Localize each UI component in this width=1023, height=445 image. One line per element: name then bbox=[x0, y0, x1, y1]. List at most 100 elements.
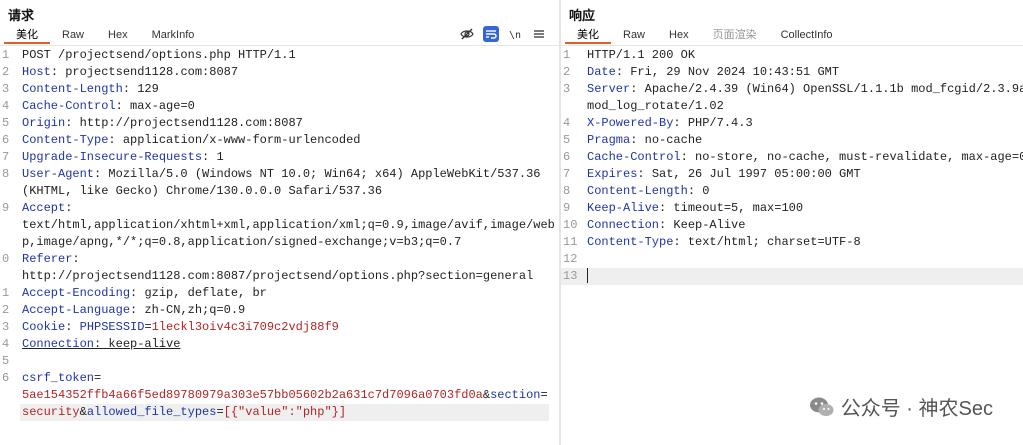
response-tab-raw[interactable]: Raw bbox=[611, 26, 657, 44]
request-line: (KHTML, like Gecko) Chrome/130.0.0.0 Saf… bbox=[0, 183, 559, 200]
request-line: 8 User-Agent: Mozilla/5.0 (Windows NT 10… bbox=[0, 166, 559, 183]
request-line: 4 Connection: keep-alive bbox=[0, 336, 559, 353]
line-number: 9 bbox=[2, 201, 10, 215]
request-header: Content-Length: 129 bbox=[22, 82, 159, 96]
request-line: 1 Accept-Encoding: gzip, deflate, br bbox=[0, 285, 559, 302]
request-tab-hex[interactable]: Hex bbox=[96, 26, 140, 44]
request-pane: 请求 美化 Raw Hex MarkInfo \n 1 POST /projec… bbox=[0, 0, 559, 445]
response-header: Cache-Control: no-store, no-cache, must-… bbox=[587, 150, 1023, 164]
line-number: 5 bbox=[2, 354, 10, 368]
line-number: 6 bbox=[563, 150, 571, 164]
line-number: 4 bbox=[2, 99, 10, 113]
response-line: 12 bbox=[561, 251, 1023, 268]
request-toolbar: \n bbox=[459, 26, 547, 42]
request-header: Accept: bbox=[22, 201, 73, 215]
line-number: 3 bbox=[2, 82, 10, 96]
request-tab-raw[interactable]: Raw bbox=[50, 26, 96, 44]
line-number: 8 bbox=[2, 167, 10, 181]
response-header: Keep-Alive: timeout=5, max=100 bbox=[587, 201, 804, 215]
line-number: 6 bbox=[2, 133, 10, 147]
request-tabs: 美化 Raw Hex MarkInfo bbox=[4, 26, 206, 44]
menu-icon[interactable] bbox=[531, 26, 547, 42]
response-line: 2 Date: Fri, 29 Nov 2024 10:43:51 GMT bbox=[561, 64, 1023, 81]
wechat-icon bbox=[809, 397, 834, 416]
line-number: 2 bbox=[2, 65, 10, 79]
request-line: 0 Referer: bbox=[0, 251, 559, 268]
request-line: 6 Content-Type: application/x-www-form-u… bbox=[0, 132, 559, 149]
request-separator bbox=[0, 45, 559, 46]
request-line: 1 POST /projectsend/options.php HTTP/1.1 bbox=[0, 47, 559, 64]
line-number: 4 bbox=[563, 116, 571, 130]
svg-text:\n: \n bbox=[509, 30, 521, 41]
watermark: 公众号 · 神农Sec bbox=[809, 392, 993, 421]
response-header: Date: Fri, 29 Nov 2024 10:43:51 GMT bbox=[587, 65, 840, 79]
response-tab-hex[interactable]: Hex bbox=[657, 26, 701, 44]
request-body-line: 5ae154352ffb4a66f5ed89780979a303e57bb056… bbox=[0, 387, 559, 404]
line-number: 9 bbox=[563, 201, 571, 215]
response-header: X-Powered-By: PHP/7.4.3 bbox=[587, 116, 753, 130]
request-line: 3 Content-Length: 129 bbox=[0, 81, 559, 98]
request-line: 5 Origin: http://projectsend1128.com:808… bbox=[0, 115, 559, 132]
request-line: 2 Accept-Language: zh-CN,zh;q=0.9 bbox=[0, 302, 559, 319]
request-line-text: p,image/apng,*/*;q=0.8,application/signe… bbox=[22, 235, 462, 249]
eye-slash-icon[interactable] bbox=[459, 26, 475, 42]
request-header: Accept-Encoding: gzip, deflate, br bbox=[22, 286, 267, 300]
newline-icon[interactable]: \n bbox=[507, 26, 523, 42]
response-line: 6 Cache-Control: no-store, no-cache, mus… bbox=[561, 149, 1023, 166]
line-number: 1 bbox=[563, 48, 571, 62]
request-header: Accept-Language: zh-CN,zh;q=0.9 bbox=[22, 303, 246, 317]
response-header: Server: Apache/2.4.39 (Win64) OpenSSL/1.… bbox=[587, 82, 1023, 96]
response-line: 8 Content-Length: 0 bbox=[561, 183, 1023, 200]
request-line: 3 Cookie: PHPSESSID=1leckl3oiv4c3i709c2v… bbox=[0, 319, 559, 336]
request-tab-pretty[interactable]: 美化 bbox=[4, 26, 50, 44]
line-number: 0 bbox=[2, 252, 10, 266]
request-line: 4 Cache-Control: max-age=0 bbox=[0, 98, 559, 115]
request-line: 2 Host: projectsend1128.com:8087 bbox=[0, 64, 559, 81]
request-header: Cache-Control: max-age=0 bbox=[22, 99, 195, 113]
line-number: 5 bbox=[563, 133, 571, 147]
line-number: 11 bbox=[563, 235, 578, 249]
response-line-text: mod_log_rotate/1.02 bbox=[587, 99, 724, 113]
response-line: 5 Pragma: no-cache bbox=[561, 132, 1023, 149]
request-tab-markinfo[interactable]: MarkInfo bbox=[140, 26, 207, 44]
request-editor[interactable]: 1 POST /projectsend/options.php HTTP/1.1… bbox=[0, 47, 559, 445]
line-number: 5 bbox=[2, 116, 10, 130]
line-number: 7 bbox=[563, 167, 571, 181]
response-line: 11 Content-Type: text/html; charset=UTF-… bbox=[561, 234, 1023, 251]
request-line: http://projectsend1128.com:8087/projects… bbox=[0, 268, 559, 285]
line-number: 3 bbox=[2, 320, 10, 334]
request-line: text/html,application/xhtml+xml,applicat… bbox=[0, 217, 559, 234]
text-caret bbox=[587, 268, 588, 286]
line-number: 2 bbox=[563, 65, 571, 79]
line-number: 12 bbox=[563, 252, 578, 266]
response-tab-collectinfo[interactable]: CollectInfo bbox=[769, 26, 845, 44]
line-number: 8 bbox=[563, 184, 571, 198]
request-header: Origin: http://projectsend1128.com:8087 bbox=[22, 116, 303, 130]
response-title: 响应 bbox=[569, 8, 596, 23]
request-header: User-Agent: Mozilla/5.0 (Windows NT 10.0… bbox=[22, 167, 541, 181]
request-line-text: text/html,application/xhtml+xml,applicat… bbox=[22, 218, 555, 232]
line-number: 13 bbox=[563, 269, 578, 283]
response-tabs: 美化 Raw Hex 页面渲染 CollectInfo bbox=[565, 26, 845, 44]
response-header: Content-Length: 0 bbox=[587, 184, 710, 198]
response-header: Pragma: no-cache bbox=[587, 133, 703, 147]
response-line: 3 Server: Apache/2.4.39 (Win64) OpenSSL/… bbox=[561, 81, 1023, 98]
request-header: Referer: bbox=[22, 252, 80, 266]
response-line: 9 Keep-Alive: timeout=5, max=100 bbox=[561, 200, 1023, 217]
request-header: Connection: keep-alive bbox=[22, 337, 181, 351]
wrap-lines-icon[interactable] bbox=[483, 26, 499, 42]
line-number: 2 bbox=[2, 303, 10, 317]
response-separator bbox=[561, 45, 1023, 46]
response-editor[interactable]: 1 HTTP/1.1 200 OK 2 Date: Fri, 29 Nov 20… bbox=[561, 47, 1023, 445]
request-line: 7 Upgrade-Insecure-Requests: 1 bbox=[0, 149, 559, 166]
line-number: 4 bbox=[2, 337, 10, 351]
request-line-text: (KHTML, like Gecko) Chrome/130.0.0.0 Saf… bbox=[22, 184, 383, 198]
response-line-current: 13 bbox=[561, 268, 1023, 285]
response-line: 1 HTTP/1.1 200 OK bbox=[561, 47, 1023, 64]
request-body-line: 5ae154352ffb4a66f5ed89780979a303e57bb056… bbox=[22, 388, 548, 402]
request-body-line: csrf_token= bbox=[22, 371, 102, 385]
request-header: Host: projectsend1128.com:8087 bbox=[22, 65, 239, 79]
line-number: 3 bbox=[563, 82, 571, 96]
response-tab-render[interactable]: 页面渲染 bbox=[701, 26, 769, 44]
response-tab-pretty[interactable]: 美化 bbox=[565, 26, 611, 44]
